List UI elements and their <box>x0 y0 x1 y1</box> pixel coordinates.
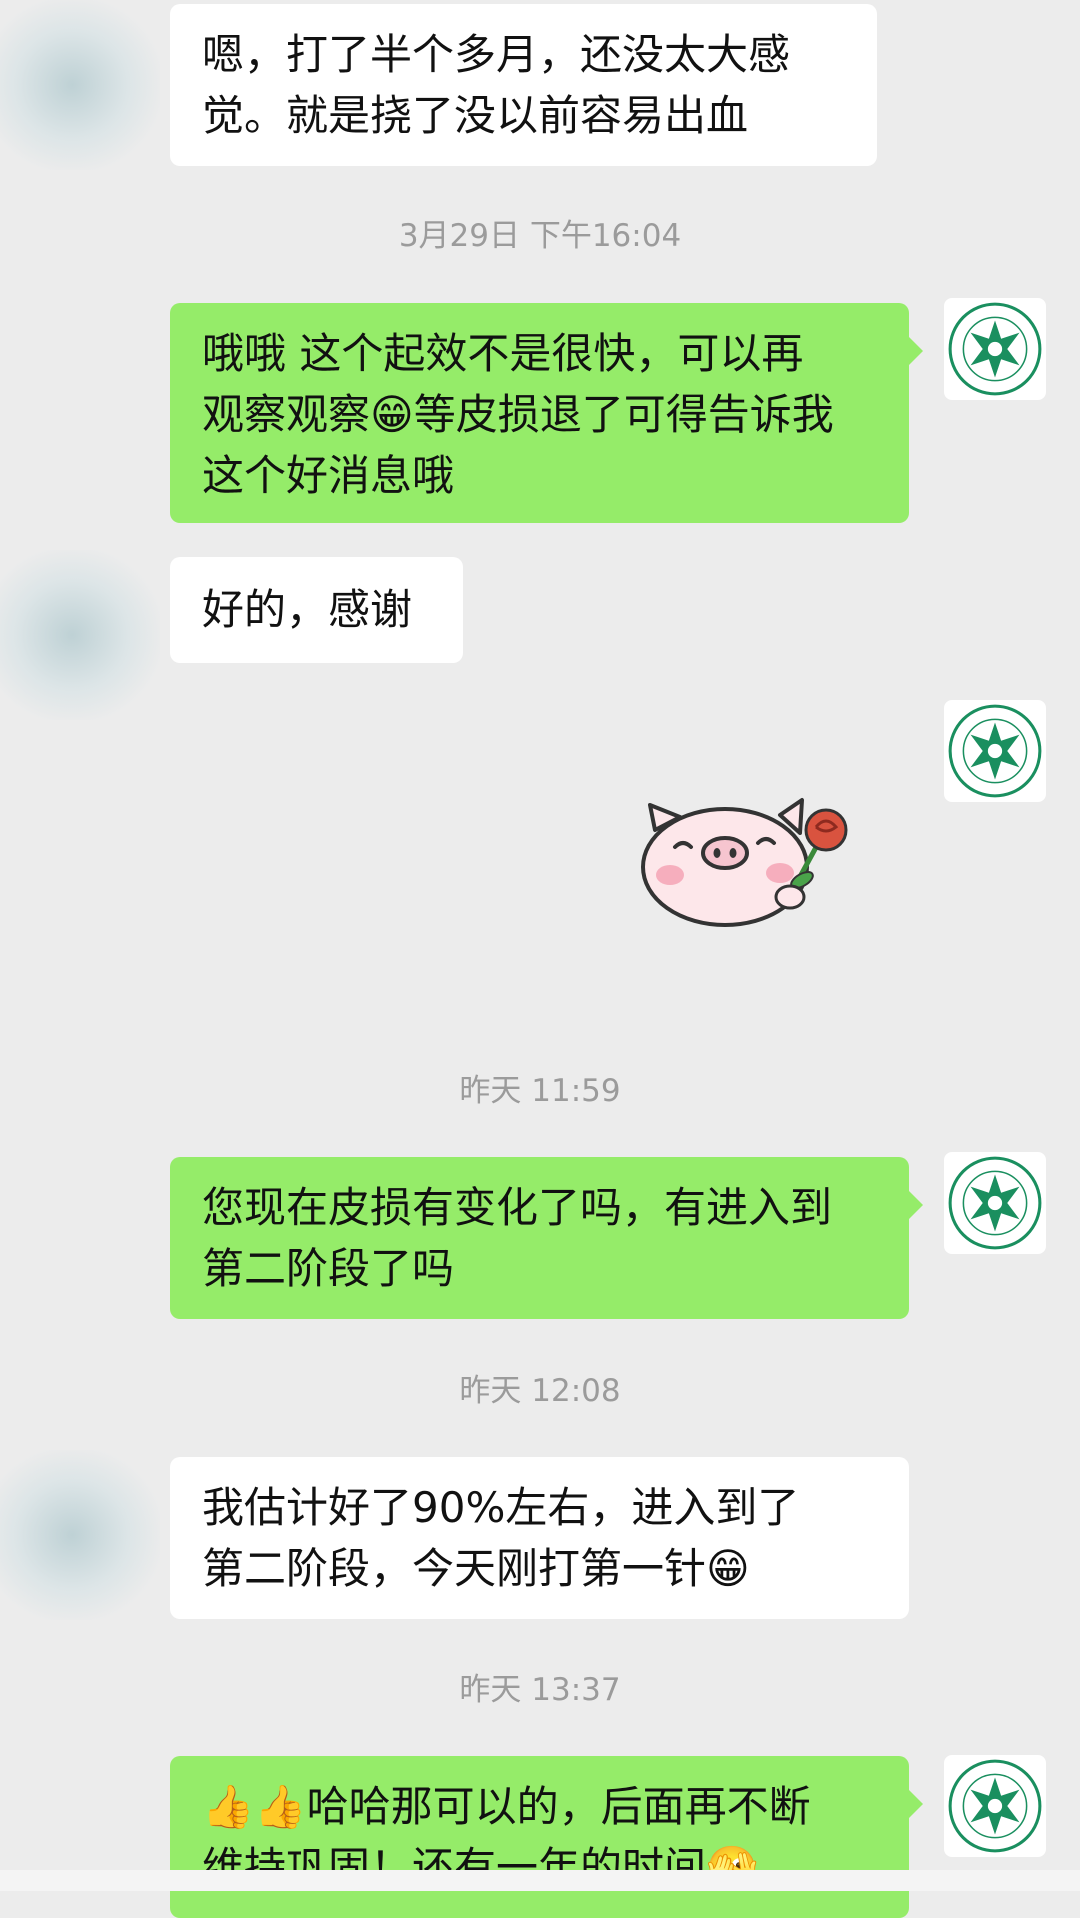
self-avatar[interactable] <box>944 298 1046 400</box>
incoming-message[interactable]: 我估计好了90%左右，进入到了 第二阶段，今天刚打第一针😁 <box>170 1457 909 1619</box>
incoming-message[interactable]: 嗯，打了半个多月，还没太大感 觉。就是挠了没以前容易出血 <box>170 4 877 166</box>
chat-area[interactable]: 嗯，打了半个多月，还没太大感 觉。就是挠了没以前容易出血 3月29日 下午16:… <box>0 0 1080 1918</box>
timestamp: 3月29日 下午16:04 <box>398 218 682 254</box>
contact-avatar[interactable] <box>0 0 160 170</box>
incoming-message[interactable]: 好的，感谢 <box>170 557 463 663</box>
contact-avatar[interactable] <box>0 550 160 720</box>
outgoing-message[interactable]: 👍👍哈哈那可以的，后面再不断 维持巩固！还有一年的时间🫣 <box>170 1756 923 1918</box>
timestamp: 昨天 13:37 <box>459 1672 621 1708</box>
pig-holding-rose-sticker[interactable] <box>630 785 870 935</box>
green-star-seal-logo-icon <box>948 704 1042 798</box>
self-avatar[interactable] <box>944 1755 1046 1857</box>
timestamp: 昨天 12:08 <box>459 1373 621 1409</box>
green-star-seal-logo-icon <box>948 1156 1042 1250</box>
green-star-seal-logo-icon <box>948 1759 1042 1853</box>
outgoing-message[interactable]: 哦哦 这个起效不是很快，可以再 观察观察😁等皮损退了可得告诉我 这个好消息哦 <box>170 303 923 523</box>
self-avatar[interactable] <box>944 700 1046 802</box>
input-bar-edge <box>0 1870 1080 1891</box>
contact-avatar[interactable] <box>0 1450 160 1620</box>
green-star-seal-logo-icon <box>948 302 1042 396</box>
self-avatar[interactable] <box>944 1152 1046 1254</box>
outgoing-message[interactable]: 您现在皮损有变化了吗，有进入到 第二阶段了吗 <box>170 1157 923 1319</box>
timestamp: 昨天 11:59 <box>459 1073 621 1109</box>
